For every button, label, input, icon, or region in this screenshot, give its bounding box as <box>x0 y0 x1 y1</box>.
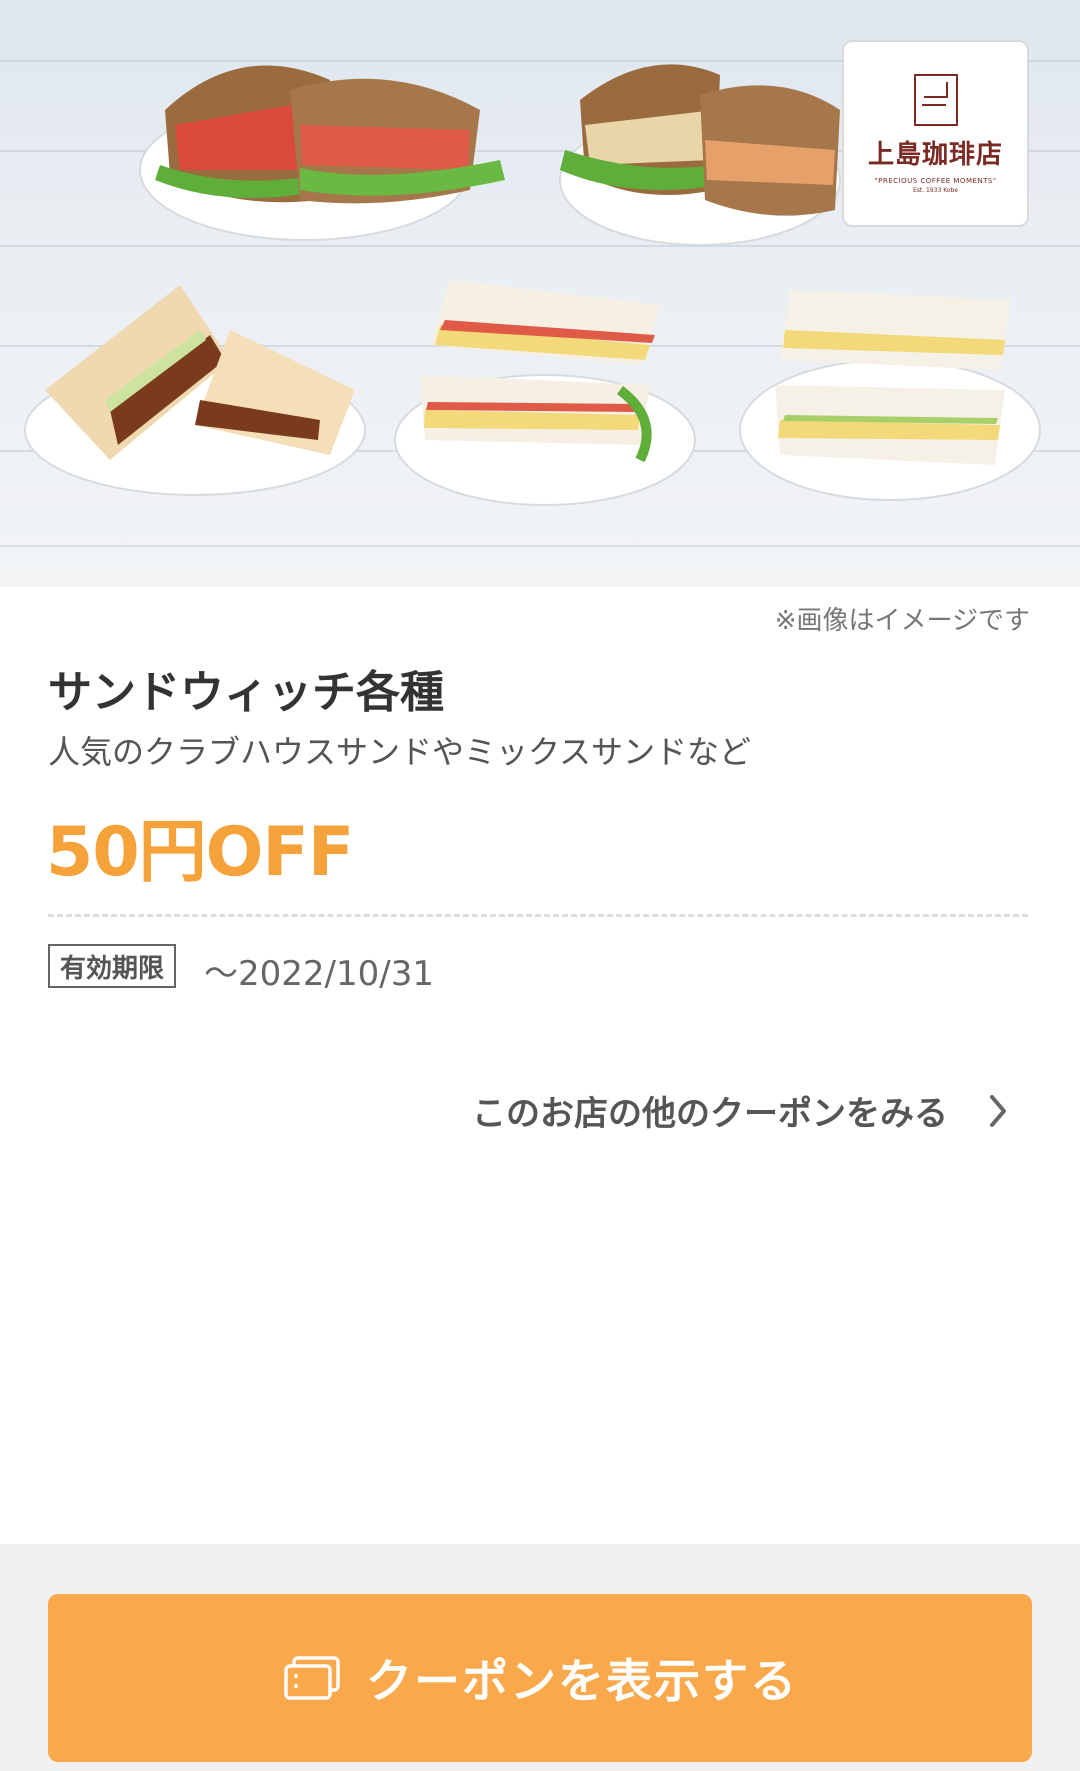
validity-date: 〜2022/10/31 <box>204 954 434 994</box>
show-coupon-label: クーポンを表示する <box>366 1654 798 1708</box>
sandwich-katsu <box>24 285 366 496</box>
brand-tagline: "PRECIOUS COFFEE MOMENTS" <box>874 176 997 185</box>
coupon-icon <box>284 1656 340 1700</box>
brand-mark-icon <box>913 73 958 126</box>
image-disclaimer: ※画像はイメージです <box>774 606 1030 636</box>
sandwich-club-right <box>559 64 841 246</box>
hero-image: 上島珈琲店 "PRECIOUS COFFEE MOMENTS" Est. 193… <box>0 0 1080 587</box>
footer-bar: クーポンを表示する <box>0 1544 1080 1771</box>
brand-logo: 上島珈琲店 "PRECIOUS COFFEE MOMENTS" Est. 193… <box>842 40 1029 227</box>
sandwich-egg <box>739 290 1041 501</box>
divider <box>48 914 1028 917</box>
sandwich-mixed-tomato <box>394 280 696 506</box>
chevron-right-icon <box>990 1094 1006 1127</box>
brand-name: 上島珈琲店 <box>867 139 1003 170</box>
other-coupons-link[interactable]: このお店の他のクーポンをみる <box>472 1086 1008 1135</box>
brand-established: Est. 1933 Kobe <box>912 186 959 194</box>
sandwich-club-left <box>139 65 505 241</box>
show-coupon-button[interactable]: クーポンを表示する <box>48 1594 1032 1762</box>
validity-label: 有効期限 <box>48 944 177 988</box>
coupon-title: サンドウィッチ各種 <box>48 667 444 718</box>
discount-amount: 50円OFF <box>46 813 354 892</box>
coupon-subtitle: 人気のクラブハウスサンドやミックスサンドなど <box>48 733 752 771</box>
other-coupons-label: このお店の他のクーポンをみる <box>472 1094 948 1134</box>
